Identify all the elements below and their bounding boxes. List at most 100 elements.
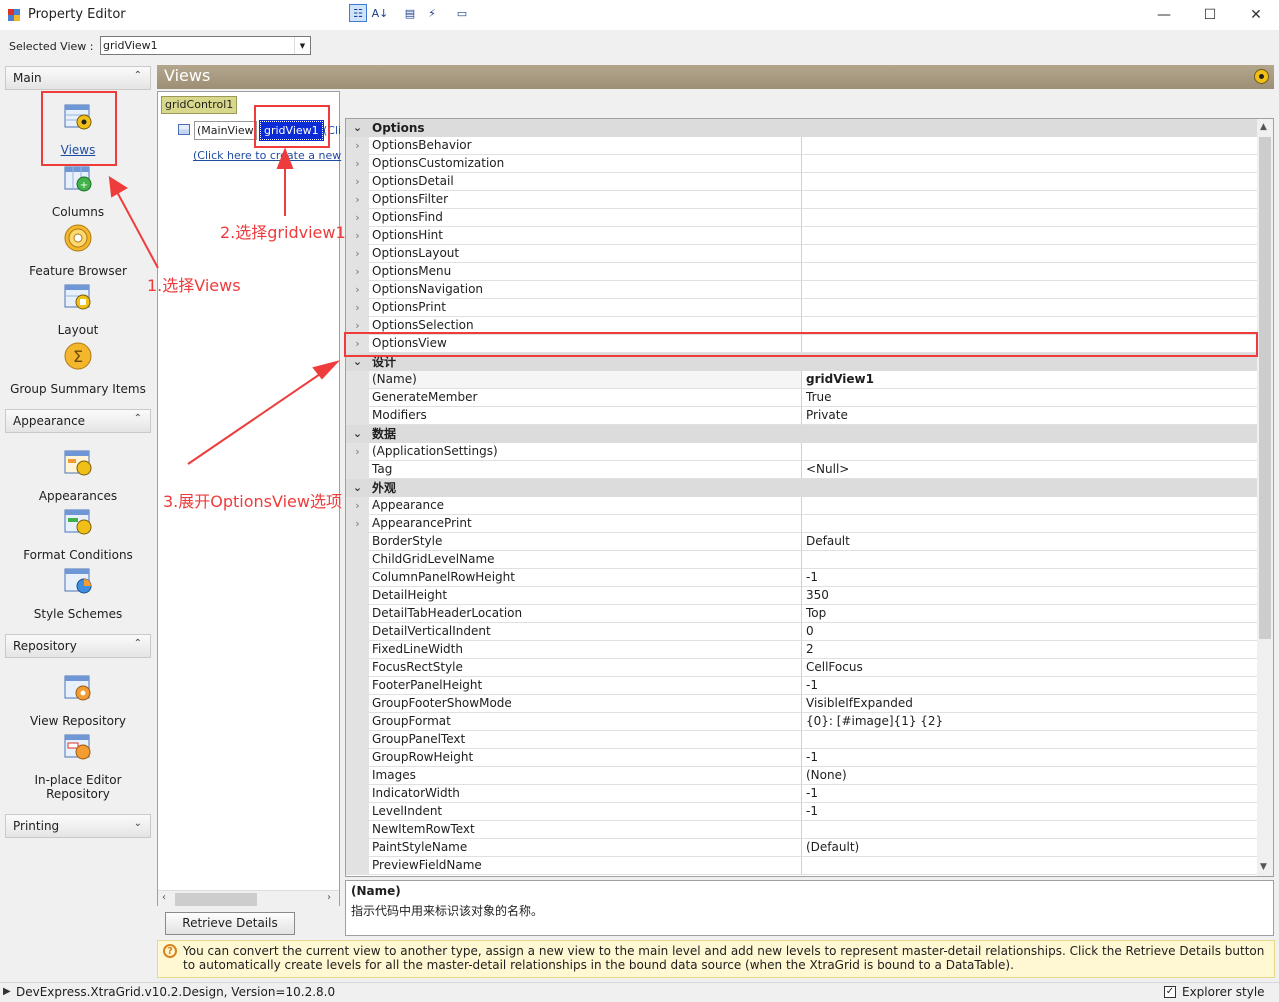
property-value[interactable]: [802, 497, 1258, 515]
property-value[interactable]: (Default): [802, 839, 1258, 857]
property-row[interactable]: › OptionsLayout: [346, 245, 1258, 263]
property-value[interactable]: [802, 227, 1258, 245]
property-row[interactable]: Modifiers Private: [346, 407, 1258, 425]
property-value[interactable]: -1: [802, 803, 1258, 821]
chevron-right-icon[interactable]: ›: [346, 245, 369, 263]
property-category-row[interactable]: ⌄ Options: [346, 119, 1258, 137]
property-value[interactable]: [802, 209, 1258, 227]
chevron-right-icon[interactable]: ›: [346, 281, 369, 299]
property-value[interactable]: VisibleIfExpanded: [802, 695, 1258, 713]
nav-item-appearances[interactable]: Appearances: [0, 447, 156, 503]
nav-item-feature-browser[interactable]: Feature Browser: [0, 222, 156, 278]
scroll-left-icon[interactable]: ‹: [162, 892, 166, 903]
events-icon[interactable]: ⚡: [423, 4, 441, 22]
property-value[interactable]: [802, 857, 1258, 875]
nav-group-printing[interactable]: Printing ⌄: [5, 814, 151, 838]
nav-group-appearance[interactable]: Appearance ⌃: [5, 409, 151, 433]
chevron-right-icon[interactable]: ›: [346, 191, 369, 209]
property-row[interactable]: › OptionsBehavior: [346, 137, 1258, 155]
property-row[interactable]: ColumnPanelRowHeight -1: [346, 569, 1258, 587]
property-row[interactable]: › OptionsFilter: [346, 191, 1258, 209]
property-row[interactable]: GroupRowHeight -1: [346, 749, 1258, 767]
property-row[interactable]: Images (None): [346, 767, 1258, 785]
property-value[interactable]: Default: [802, 533, 1258, 551]
tree-root-node[interactable]: gridControl1: [161, 96, 238, 114]
property-value[interactable]: [802, 731, 1258, 749]
property-value[interactable]: -1: [802, 749, 1258, 767]
property-value[interactable]: gridView1: [802, 371, 1258, 389]
property-value[interactable]: [802, 443, 1258, 461]
scroll-up-icon[interactable]: ▲: [1260, 122, 1267, 132]
property-row[interactable]: › OptionsCustomization: [346, 155, 1258, 173]
property-value[interactable]: [802, 299, 1258, 317]
properties-icon[interactable]: ▤: [401, 4, 419, 22]
minimize-button[interactable]: —: [1141, 0, 1187, 30]
property-value[interactable]: True: [802, 389, 1258, 407]
property-row[interactable]: DetailHeight 350: [346, 587, 1258, 605]
property-value[interactable]: [802, 173, 1258, 191]
property-row[interactable]: › AppearancePrint: [346, 515, 1258, 533]
property-row[interactable]: › Appearance: [346, 497, 1258, 515]
property-value[interactable]: [802, 191, 1258, 209]
chevron-right-icon[interactable]: ›: [346, 299, 369, 317]
dropdown-arrow-icon[interactable]: ▼: [294, 37, 310, 54]
property-value[interactable]: [802, 821, 1258, 839]
maximize-button[interactable]: ☐: [1187, 0, 1233, 30]
property-row[interactable]: FocusRectStyle CellFocus: [346, 659, 1258, 677]
create-new-level-link[interactable]: (Click here to create a new: [193, 149, 341, 162]
property-row[interactable]: GroupPanelText: [346, 731, 1258, 749]
scrollbar-thumb[interactable]: [1259, 137, 1271, 639]
tree-mainview-label[interactable]: (MainView: [194, 121, 257, 140]
property-row[interactable]: › OptionsFind: [346, 209, 1258, 227]
explorer-style-label[interactable]: Explorer style: [1182, 985, 1265, 999]
explorer-style-checkbox[interactable]: ✓: [1164, 986, 1176, 998]
property-row[interactable]: › OptionsNavigation: [346, 281, 1258, 299]
property-value[interactable]: CellFocus: [802, 659, 1258, 677]
property-row[interactable]: GroupFormat {0}: [#image]{1} {2}: [346, 713, 1258, 731]
nav-item-inplace-editor-repository[interactable]: In-place Editor Repository: [0, 731, 156, 801]
property-row[interactable]: (Name) gridView1: [346, 371, 1258, 389]
scroll-right-icon[interactable]: ›: [327, 892, 331, 903]
nav-item-format-conditions[interactable]: Format Conditions: [0, 506, 156, 562]
chevron-down-icon[interactable]: ⌄: [346, 425, 369, 443]
property-row[interactable]: Tag <Null>: [346, 461, 1258, 479]
property-value[interactable]: -1: [802, 785, 1258, 803]
property-value[interactable]: [802, 155, 1258, 173]
scrollbar-thumb[interactable]: [175, 893, 257, 906]
nav-group-main[interactable]: Main ⌃: [5, 66, 151, 90]
property-row[interactable]: FixedLineWidth 2: [346, 641, 1258, 659]
property-row[interactable]: FooterPanelHeight -1: [346, 677, 1258, 695]
property-value[interactable]: -1: [802, 569, 1258, 587]
property-value[interactable]: [802, 281, 1258, 299]
chevron-right-icon[interactable]: ›: [346, 173, 369, 191]
property-row[interactable]: ChildGridLevelName: [346, 551, 1258, 569]
property-row[interactable]: › OptionsPrint: [346, 299, 1258, 317]
property-row[interactable]: PaintStyleName (Default): [346, 839, 1258, 857]
property-value[interactable]: (None): [802, 767, 1258, 785]
nav-item-view-repository[interactable]: View Repository: [0, 672, 156, 728]
nav-item-columns[interactable]: + Columns: [0, 163, 156, 219]
alphabetical-sort-icon[interactable]: A↓: [371, 4, 389, 22]
nav-item-group-summary-items[interactable]: Σ Group Summary Items: [0, 340, 156, 396]
retrieve-details-button[interactable]: Retrieve Details: [165, 912, 295, 935]
property-value[interactable]: Private: [802, 407, 1258, 425]
tree-horizontal-scrollbar[interactable]: ‹ ›: [158, 890, 339, 907]
property-row[interactable]: NewItemRowText: [346, 821, 1258, 839]
eye-icon[interactable]: [1254, 69, 1269, 84]
property-row[interactable]: BorderStyle Default: [346, 533, 1258, 551]
chevron-right-icon[interactable]: ›: [346, 137, 369, 155]
property-value[interactable]: -1: [802, 677, 1258, 695]
property-value[interactable]: 350: [802, 587, 1258, 605]
chevron-right-icon[interactable]: ›: [346, 443, 369, 461]
selected-view-combo[interactable]: gridView1 ▼: [100, 36, 311, 55]
property-row[interactable]: DetailVerticalIndent 0: [346, 623, 1258, 641]
property-category-row[interactable]: ⌄ 数据: [346, 425, 1258, 443]
property-value[interactable]: Top: [802, 605, 1258, 623]
chevron-right-icon[interactable]: ›: [346, 515, 369, 533]
nav-item-style-schemes[interactable]: Style Schemes: [0, 565, 156, 621]
chevron-right-icon[interactable]: ›: [346, 227, 369, 245]
property-row[interactable]: IndicatorWidth -1: [346, 785, 1258, 803]
property-value[interactable]: [802, 137, 1258, 155]
chevron-right-icon[interactable]: ›: [346, 497, 369, 515]
categorized-view-icon[interactable]: ☷: [349, 4, 367, 22]
